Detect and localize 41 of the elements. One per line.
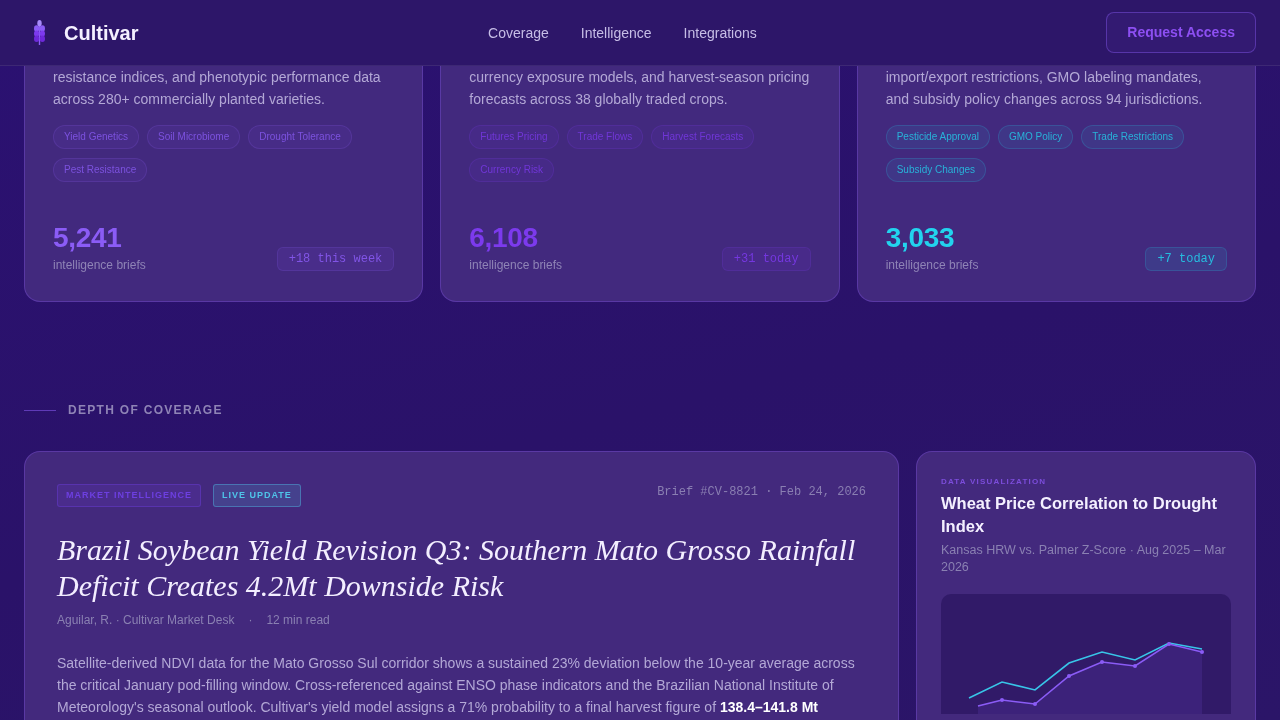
weekly-change-pill: +7 today bbox=[1145, 247, 1227, 271]
category-label: MARKET INTELLIGENCE bbox=[57, 484, 201, 507]
topic-tag: Soil Microbiome bbox=[147, 125, 241, 149]
read-time: 12 min read bbox=[266, 612, 330, 629]
author-byline: Aguilar, R. · Cultivar Market Desk bbox=[57, 612, 235, 629]
card-description: currency exposure models, and harvest-season pricing forecasts across 38 globally traded crops. bbox=[469, 68, 811, 109]
card-description: import/export restrictions, GMO labeling mandates, and subsidy policy changes across 94 jurisdictions. bbox=[885, 68, 1204, 109]
brief-body-text: Satellite-derived NDVI data for the Mato Grosso Sul corridor shows a sustained 23% deviation below the 10-year average across the critical January pod-filling window. Cross-referenced against ENSO phase indicators and the Brazilian National Institute of Meteorology's seasonal outlook. Cultivar's yield model assigns a 71% probability to a final harvest figure of 138.4–141.8 Mt bbox=[57, 654, 856, 717]
card-description: resistance indices, and phenotypic performance data across 280+ commercially planted varieties. bbox=[53, 68, 382, 109]
separator-dot: · bbox=[248, 612, 253, 629]
topic-tag: Currency Risk bbox=[469, 158, 555, 182]
brief-title: Brazil Soybean Yield Revision Q3: Southern Mato Grosso Rainfall Deficit Creates 4.2Mt Downside Risk bbox=[57, 532, 857, 604]
section-heading: DEPTH OF COVERAGE bbox=[68, 402, 223, 418]
chart-subtitle: Kansas HRW vs. Palmer Z-Score · Aug 2025 – Mar 2026 bbox=[941, 542, 1227, 575]
topic-tag: Trade Restrictions bbox=[1081, 125, 1185, 149]
chart-eyebrow: DATA VISUALIZATION bbox=[941, 476, 1048, 488]
topic-tag: Drought Tolerance bbox=[248, 125, 352, 149]
topic-tag: Pest Resistance bbox=[53, 158, 148, 182]
brief-meta: Brief #CV-8821 · Feb 24, 2026 bbox=[657, 484, 866, 500]
brief-count: 6,108 bbox=[469, 222, 539, 253]
brand-name: Cultivar bbox=[64, 20, 139, 45]
nav-link[interactable]: Intelligence bbox=[580, 23, 652, 42]
topic-tag: Subsidy Changes bbox=[885, 158, 987, 182]
nav-link[interactable]: Coverage bbox=[488, 23, 549, 42]
topic-tag: GMO Policy bbox=[997, 125, 1074, 149]
brief-count: 3,033 bbox=[885, 222, 956, 253]
category-label: LIVE UPDATE bbox=[213, 484, 301, 507]
topic-tag: Harvest Forecasts bbox=[651, 125, 755, 149]
topic-tag: Trade Flows bbox=[566, 125, 644, 149]
wheat-icon bbox=[32, 20, 47, 45]
nav-link[interactable]: Integrations bbox=[683, 23, 757, 42]
topic-tag: Futures Pricing bbox=[469, 125, 559, 149]
count-label: intelligence briefs bbox=[469, 257, 563, 273]
weekly-change-pill: +18 this week bbox=[276, 247, 395, 271]
chart-title: Wheat Price Correlation to Drought Index bbox=[941, 493, 1218, 537]
topic-tag: Yield Genetics bbox=[53, 125, 140, 149]
count-label: intelligence briefs bbox=[53, 257, 146, 273]
topic-tag: Pesticide Approval bbox=[885, 125, 990, 149]
brief-count: 5,241 bbox=[53, 222, 123, 253]
weekly-change-pill: +31 today bbox=[721, 247, 811, 271]
count-label: intelligence briefs bbox=[885, 257, 979, 273]
